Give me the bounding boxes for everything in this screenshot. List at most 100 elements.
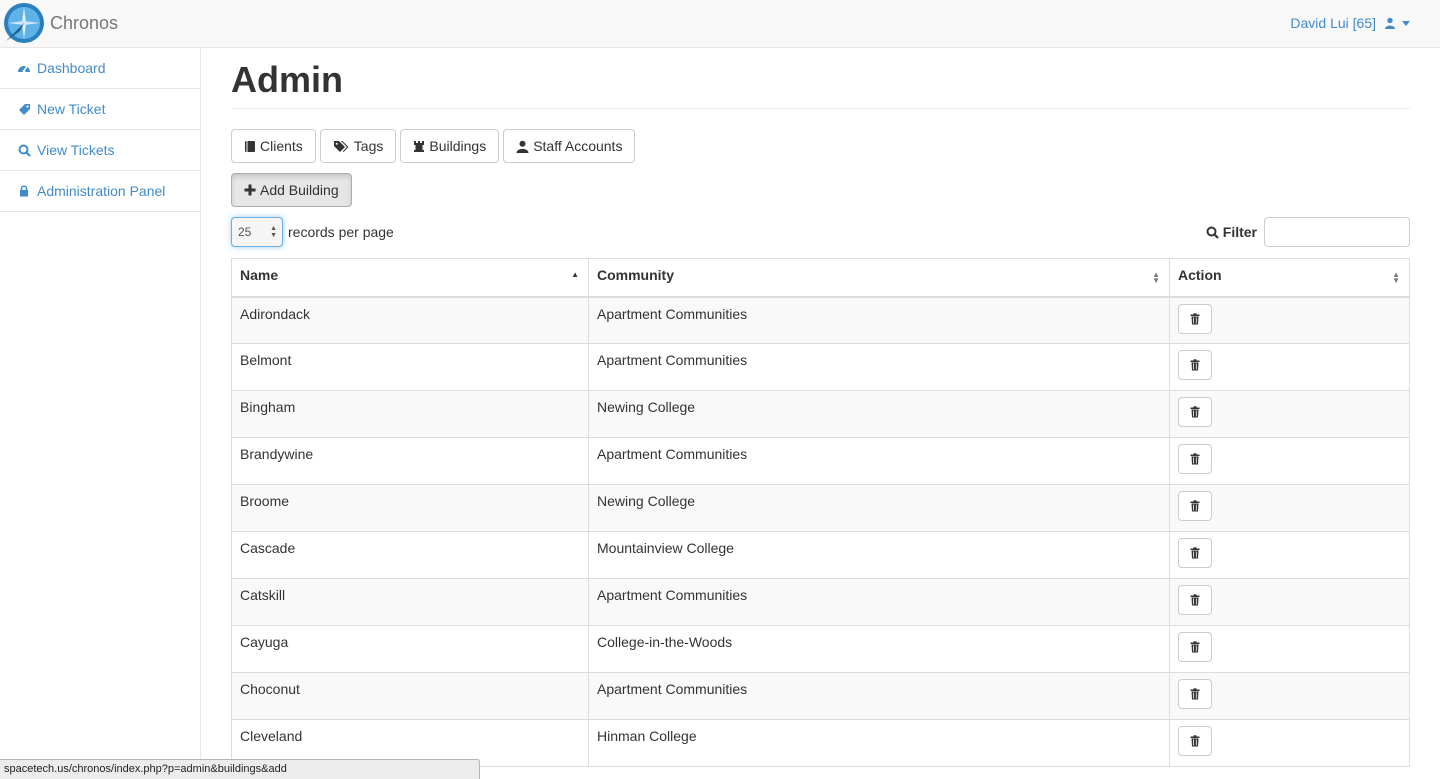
table-header-row: Name ▲ Community ▲ ▼ Action ▲ ▼: [231, 258, 1410, 298]
records-per-page-select[interactable]: 25 ▲ ▼: [231, 217, 283, 247]
delete-building-button[interactable]: [1178, 444, 1212, 474]
sidebar-item-label: Administration Panel: [37, 183, 166, 199]
tab-clients[interactable]: Clients: [231, 129, 316, 163]
lock-icon: [17, 184, 31, 198]
column-header-community[interactable]: Community ▲ ▼: [588, 258, 1170, 298]
filter: Filter: [1206, 217, 1410, 247]
sort-icon: ▲ ▼: [1392, 270, 1400, 285]
delete-building-button[interactable]: [1178, 397, 1212, 427]
column-header-label: Action: [1178, 267, 1222, 283]
delete-building-button[interactable]: [1178, 303, 1212, 334]
filter-label-wrap: Filter: [1206, 224, 1257, 240]
cell-action: [1169, 625, 1410, 673]
delete-building-button[interactable]: [1178, 726, 1212, 756]
cell-name: Choconut: [231, 672, 589, 720]
admin-tabs: Clients Tags Buildings Staff Accounts: [231, 129, 636, 163]
column-header-name[interactable]: Name ▲: [231, 258, 589, 298]
main-content: Admin Clients Tags Buildings Staff Accou…: [231, 48, 1410, 767]
delete-building-button[interactable]: [1178, 632, 1212, 662]
delete-building-button[interactable]: [1178, 538, 1212, 568]
table-row: Cayuga College-in-the-Woods: [231, 625, 1410, 673]
trash-icon: [1190, 453, 1200, 465]
cell-name: Brandywine: [231, 437, 589, 485]
status-bar: spacetech.us/chronos/index.php?p=admin&b…: [0, 759, 480, 779]
top-navbar: Chronos David Lui [65]: [0, 0, 1440, 48]
column-header-action[interactable]: Action ▲ ▼: [1169, 258, 1410, 298]
filter-input[interactable]: [1264, 217, 1410, 247]
delete-building-button[interactable]: [1178, 350, 1212, 380]
cell-action: [1169, 531, 1410, 579]
cell-community: Newing College: [588, 390, 1170, 438]
add-building-button[interactable]: Add Building: [231, 173, 352, 207]
chronos-logo-icon: [4, 3, 44, 43]
sidebar-item-view-tickets[interactable]: View Tickets: [0, 130, 200, 171]
cell-action: [1169, 437, 1410, 485]
cell-community: Mountainview College: [588, 531, 1170, 579]
sidebar-item-label: Dashboard: [37, 60, 106, 76]
select-arrows-icon: ▲ ▼: [270, 225, 277, 239]
column-header-label: Name: [240, 267, 279, 283]
records-per-page-value: 25: [238, 225, 252, 239]
cell-community: Apartment Communities: [588, 296, 1170, 344]
cell-community: Apartment Communities: [588, 437, 1170, 485]
tags-icon: [333, 140, 350, 153]
trash-icon: [1190, 688, 1200, 700]
delete-building-button[interactable]: [1178, 585, 1212, 615]
trash-icon: [1190, 359, 1200, 371]
tag-icon: [17, 102, 31, 116]
sort-asc-icon: ▲: [571, 270, 579, 279]
trash-icon: [1190, 547, 1200, 559]
caret-down-icon: [1402, 20, 1410, 26]
tab-tags[interactable]: Tags: [319, 129, 397, 163]
sort-icon: ▲ ▼: [1152, 270, 1160, 285]
table-row: Bingham Newing College: [231, 390, 1410, 438]
user-icon: [516, 140, 529, 153]
cell-name: Adirondack: [231, 296, 589, 344]
cell-action: [1169, 296, 1410, 344]
table-row: Choconut Apartment Communities: [231, 672, 1410, 720]
cell-name: Belmont: [231, 343, 589, 391]
sidebar-item-label: View Tickets: [37, 142, 115, 158]
table-row: Belmont Apartment Communities: [231, 343, 1410, 391]
dashboard-icon: [17, 61, 31, 75]
add-building-label: Add Building: [260, 182, 339, 198]
table-row: Broome Newing College: [231, 484, 1410, 532]
table-row: Cascade Mountainview College: [231, 531, 1410, 579]
trash-icon: [1190, 406, 1200, 418]
cell-action: [1169, 343, 1410, 391]
brand-link[interactable]: Chronos: [2, 1, 118, 45]
sidebar: Dashboard New Ticket View Tickets Admini…: [0, 48, 201, 779]
records-per-page-label: records per page: [288, 224, 394, 240]
sidebar-item-dashboard[interactable]: Dashboard: [0, 48, 200, 89]
cell-action: [1169, 484, 1410, 532]
cell-action: [1169, 390, 1410, 438]
trash-icon: [1190, 312, 1200, 325]
page-title: Admin: [231, 48, 1410, 109]
delete-building-button[interactable]: [1178, 491, 1212, 521]
tab-label: Clients: [260, 138, 303, 154]
sidebar-item-new-ticket[interactable]: New Ticket: [0, 89, 200, 130]
trash-icon: [1190, 500, 1200, 512]
cell-action: [1169, 719, 1410, 767]
cell-community: Newing College: [588, 484, 1170, 532]
tab-staff-accounts[interactable]: Staff Accounts: [503, 129, 636, 163]
records-per-page: 25 ▲ ▼ records per page: [231, 217, 394, 247]
sidebar-item-administration-panel[interactable]: Administration Panel: [0, 171, 200, 212]
app-name: Chronos: [50, 12, 119, 33]
tab-buildings[interactable]: Buildings: [400, 129, 500, 163]
tower-icon: [413, 140, 425, 153]
trash-icon: [1190, 735, 1200, 747]
cell-community: Apartment Communities: [588, 578, 1170, 626]
user-icon: [1384, 17, 1396, 29]
search-icon: [17, 143, 31, 157]
cell-name: Cascade: [231, 531, 589, 579]
delete-building-button[interactable]: [1178, 679, 1212, 709]
trash-icon: [1190, 641, 1200, 653]
buildings-table: Name ▲ Community ▲ ▼ Action ▲ ▼ Adirondack…: [231, 258, 1410, 767]
cell-action: [1169, 578, 1410, 626]
cell-name: Bingham: [231, 390, 589, 438]
user-menu[interactable]: David Lui [65]: [1290, 0, 1410, 46]
cell-community: Apartment Communities: [588, 343, 1170, 391]
cell-community: Apartment Communities: [588, 672, 1170, 720]
tab-label: Buildings: [429, 138, 487, 154]
